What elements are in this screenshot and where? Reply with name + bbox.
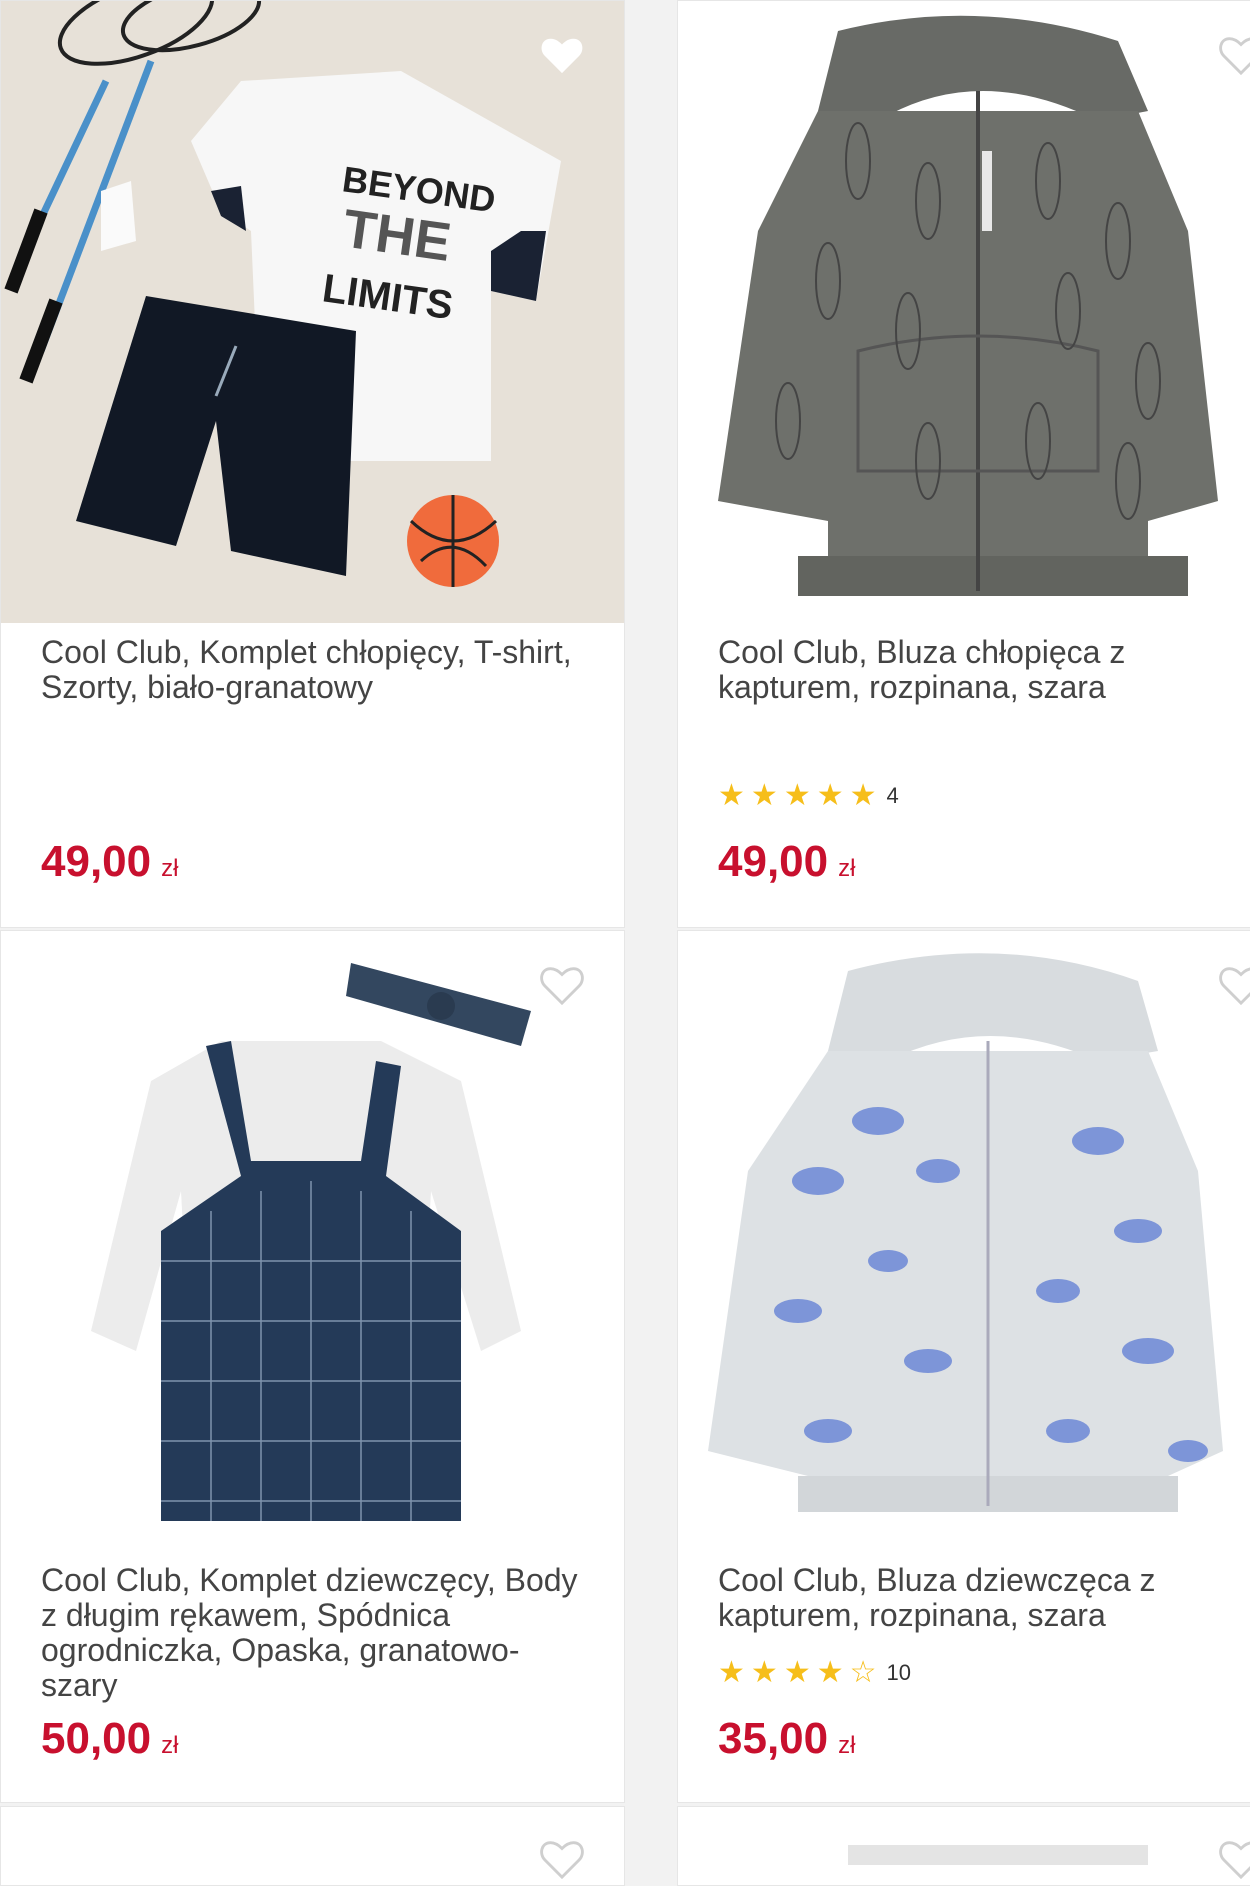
star-icon: ★ bbox=[783, 779, 811, 812]
product-card[interactable]: Cool Club, Bluza chłopięca z kapturem, r… bbox=[677, 0, 1250, 928]
heart-icon[interactable] bbox=[1218, 1837, 1250, 1879]
price-value: 49,00 bbox=[718, 837, 829, 886]
price-value: 49,00 bbox=[41, 837, 152, 886]
heart-icon[interactable] bbox=[539, 33, 585, 75]
heart-icon[interactable] bbox=[1218, 33, 1250, 75]
price-currency: zł bbox=[838, 1732, 856, 1759]
star-icon: ★ bbox=[750, 1656, 778, 1689]
price-value: 35,00 bbox=[718, 1714, 829, 1763]
heart-icon[interactable] bbox=[539, 963, 585, 1005]
review-count: 4 bbox=[886, 783, 899, 808]
price-currency: zł bbox=[161, 855, 179, 882]
rating-stars: ★ ★ ★ ★ ☆ 10 bbox=[718, 1658, 911, 1688]
price-currency: zł bbox=[161, 1732, 179, 1759]
review-count: 10 bbox=[886, 1660, 912, 1685]
product-price: 50,00 zł bbox=[41, 1714, 178, 1771]
product-title[interactable]: Cool Club, Komplet dziewczęcy, Body z dł… bbox=[41, 1563, 584, 1703]
product-card[interactable] bbox=[0, 1806, 625, 1886]
star-icon: ★ bbox=[783, 1656, 811, 1689]
product-card[interactable]: BEYOND THE LIMITS Cool Club, Komplet chł… bbox=[0, 0, 625, 928]
product-image[interactable] bbox=[848, 1845, 1148, 1865]
product-card[interactable] bbox=[677, 1806, 1250, 1886]
star-icon: ★ bbox=[816, 1656, 844, 1689]
star-icon: ★ bbox=[718, 779, 745, 812]
star-icon: ★ bbox=[718, 1656, 745, 1689]
product-image[interactable] bbox=[678, 931, 1250, 1547]
product-price: 49,00 zł bbox=[41, 837, 178, 894]
price-currency: zł bbox=[838, 855, 856, 882]
product-image[interactable]: BEYOND THE LIMITS bbox=[1, 1, 624, 623]
product-image[interactable] bbox=[1, 931, 624, 1547]
product-title[interactable]: Cool Club, Komplet chłopięcy, T-shirt, S… bbox=[41, 635, 584, 705]
heart-icon[interactable] bbox=[1218, 963, 1250, 1005]
star-icon: ★ bbox=[750, 779, 778, 812]
heart-icon[interactable] bbox=[539, 1837, 585, 1879]
rating-stars: ★ ★ ★ ★ ★ 4 bbox=[718, 781, 899, 811]
product-card[interactable]: Cool Club, Komplet dziewczęcy, Body z dł… bbox=[0, 930, 625, 1803]
star-half-icon: ☆ bbox=[849, 1656, 877, 1689]
product-image[interactable] bbox=[678, 1, 1250, 623]
star-icon: ★ bbox=[849, 779, 877, 812]
product-price: 49,00 zł bbox=[718, 837, 855, 894]
star-icon: ★ bbox=[816, 779, 844, 812]
product-title[interactable]: Cool Club, Bluza dziewczęca z kapturem, … bbox=[718, 1563, 1236, 1633]
product-title[interactable]: Cool Club, Bluza chłopięca z kapturem, r… bbox=[718, 635, 1236, 705]
price-value: 50,00 bbox=[41, 1714, 152, 1763]
product-price: 35,00 zł bbox=[718, 1714, 855, 1771]
product-card[interactable]: Cool Club, Bluza dziewczęca z kapturem, … bbox=[677, 930, 1250, 1803]
